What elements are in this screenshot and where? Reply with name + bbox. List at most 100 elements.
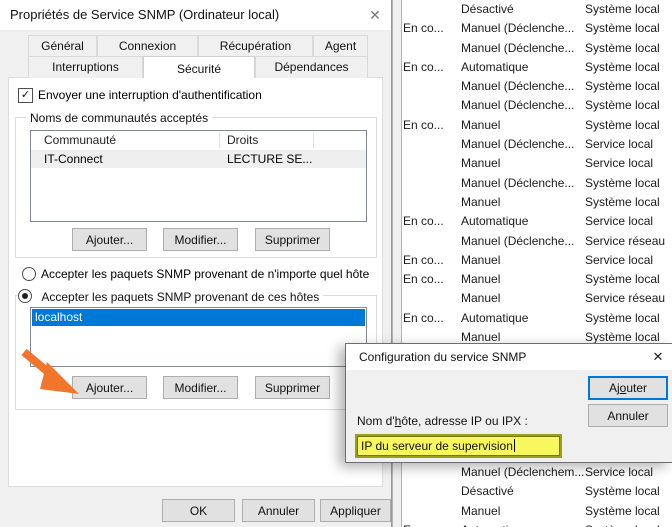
hosts-group-caption-wrap: Accepter les paquets SNMP provenant de c… — [18, 287, 324, 304]
orange-arrow-annotation — [21, 348, 79, 394]
community-group-caption: Noms de communautés acceptés — [26, 111, 213, 125]
host-input-value: IP du serveur de supervision — [361, 439, 513, 453]
service-logon-account: Système local — [585, 117, 660, 132]
service-startup-type: Manuel (Déclenche... — [461, 98, 575, 113]
host-delete-button[interactable]: Supprimer — [255, 376, 330, 399]
service-row[interactable]: Manuel (Déclenche... Système local — [401, 96, 672, 115]
service-status — [401, 154, 461, 173]
ok-button[interactable]: OK — [162, 499, 235, 522]
service-startup-type: Automatique — [461, 310, 529, 325]
service-logon-account: Service local — [585, 137, 654, 152]
service-startup-type: Automatique — [461, 59, 529, 74]
service-row[interactable]: Manuel Service local — [401, 154, 672, 173]
community-row[interactable]: IT-Connect LECTURE SE... — [31, 150, 366, 168]
service-startup-type: Automatique — [461, 521, 585, 527]
tab-interruptions[interactable]: Interruptions — [28, 56, 143, 78]
service-status: En co... — [403, 117, 444, 132]
apply-button[interactable]: Appliquer — [320, 499, 391, 522]
text-caret — [513, 439, 515, 452]
service-logon-account: Système local — [585, 79, 660, 94]
service-status: En co... — [403, 21, 444, 36]
tab-securite[interactable]: Sécurité — [143, 56, 255, 78]
service-row[interactable]: En co... Automatique Système local — [401, 58, 672, 77]
cancel-button[interactable]: Annuler — [242, 499, 315, 522]
col-communaute[interactable]: Communauté — [44, 131, 116, 150]
service-row[interactable]: Manuel Système local — [401, 193, 672, 212]
service-logon-account: Système local — [585, 59, 660, 74]
service-status — [401, 135, 461, 154]
service-status — [401, 289, 461, 308]
service-startup-type: Manuel (Déclenchem... — [461, 465, 585, 480]
service-row[interactable]: En co...AutomatiqueSystème local — [401, 521, 672, 527]
community-add-button[interactable]: Ajouter... — [72, 228, 147, 251]
radio-any-host[interactable] — [22, 267, 36, 281]
close-icon[interactable]: ✕ — [366, 6, 384, 24]
service-row[interactable]: Manuel Service réseau — [401, 289, 672, 308]
service-status — [401, 96, 461, 115]
service-startup-type: Manuel — [461, 291, 501, 306]
service-row[interactable]: Manuel (Déclenche... Système local — [401, 174, 672, 193]
host-modify-button[interactable]: Modifier... — [163, 376, 238, 399]
service-startup-type: Manuel — [461, 252, 501, 267]
host-input[interactable]: IP du serveur de supervision — [355, 434, 562, 458]
config-cancel-button[interactable]: Annuler — [588, 404, 668, 427]
service-row[interactable]: En co... Manuel Système local — [401, 116, 672, 135]
service-status: En co... — [403, 310, 444, 325]
service-row[interactable]: En co... Automatique Service local — [401, 212, 672, 231]
service-row[interactable]: Manuel (Déclenche... Système local — [401, 39, 672, 58]
service-status: En co... — [403, 59, 444, 74]
service-startup-type: Manuel (Déclenche... — [461, 175, 575, 190]
service-row[interactable]: En co...AutomatiqueSystème local — [401, 309, 672, 328]
service-logon-account: Système local — [585, 175, 660, 190]
column-divider[interactable] — [219, 133, 220, 148]
service-status — [401, 77, 461, 96]
tab-recuperation[interactable]: Récupération — [198, 35, 313, 56]
tab-connexion[interactable]: Connexion — [97, 35, 198, 56]
service-row[interactable]: Manuel (Déclenche... Système local — [401, 77, 672, 96]
community-modify-button[interactable]: Modifier... — [163, 228, 238, 251]
service-status — [401, 193, 461, 212]
config-titlebar[interactable]: Configuration du service SNMP ✕ — [346, 344, 672, 370]
service-row[interactable]: Manuel (Déclenchem... Service local — [401, 463, 672, 482]
service-status — [401, 39, 461, 58]
service-logon-account: Système local — [585, 484, 660, 499]
community-listview[interactable]: Communauté Droits IT-Connect LECTURE SE.… — [30, 130, 367, 222]
dialog-title: Propriétés de Service SNMP (Ordinateur l… — [10, 7, 280, 22]
service-row[interactable]: Manuel Système local — [401, 502, 672, 521]
snmp-properties-dialog: Propriétés de Service SNMP (Ordinateur l… — [0, 0, 392, 527]
dialog-titlebar[interactable]: Propriétés de Service SNMP (Ordinateur l… — [0, 0, 391, 30]
service-row[interactable]: En co... Manuel (Déclenche... Système loca… — [401, 19, 672, 38]
service-logon-account: Service local — [585, 156, 654, 171]
service-logon-account: Système local — [585, 21, 660, 36]
radio-these-hosts[interactable] — [18, 289, 32, 303]
service-logon-account: Système local — [585, 272, 660, 287]
col-droits[interactable]: Droits — [227, 131, 258, 150]
service-row[interactable]: Désactivé Système local — [401, 482, 672, 501]
service-status: En co... — [403, 214, 444, 229]
config-add-button[interactable]: Ajouter — [588, 376, 668, 400]
service-logon-account: Service local — [585, 214, 654, 229]
auth-trap-checkbox[interactable]: ✓ — [18, 88, 33, 103]
community-delete-button[interactable]: Supprimer — [255, 228, 330, 251]
service-row[interactable]: En co... Manuel Système local — [401, 270, 672, 289]
tab-agent[interactable]: Agent — [313, 35, 368, 56]
close-icon[interactable]: ✕ — [649, 348, 667, 366]
service-status: En co... — [401, 521, 461, 527]
service-logon-account: Système local — [585, 194, 660, 209]
host-add-button[interactable]: Ajouter... — [72, 376, 147, 399]
service-row[interactable]: Désactivé Système local — [401, 0, 672, 19]
screenshot-root: Désactivé Système local En co... Manuel (Dé… — [0, 0, 672, 527]
service-row[interactable]: Manuel (Déclenche... Service local — [401, 135, 672, 154]
tab-row-2: Interruptions Sécurité Dépendances — [28, 56, 368, 78]
service-startup-type: Manuel (Déclenche... — [461, 40, 575, 55]
column-divider[interactable] — [313, 133, 314, 148]
tab-general[interactable]: Général — [28, 35, 97, 56]
service-startup-type: Manuel (Déclenche... — [461, 137, 575, 152]
tab-dependances[interactable]: Dépendances — [255, 56, 368, 78]
service-startup-type: Manuel (Déclenche... — [461, 21, 575, 36]
host-item-localhost[interactable]: localhost — [32, 309, 365, 326]
service-startup-type: Manuel — [461, 503, 501, 518]
service-row[interactable]: Manuel (Déclenche... Service réseau — [401, 232, 672, 251]
service-row[interactable]: En co... Manuel Service local — [401, 251, 672, 270]
service-status — [401, 174, 461, 193]
